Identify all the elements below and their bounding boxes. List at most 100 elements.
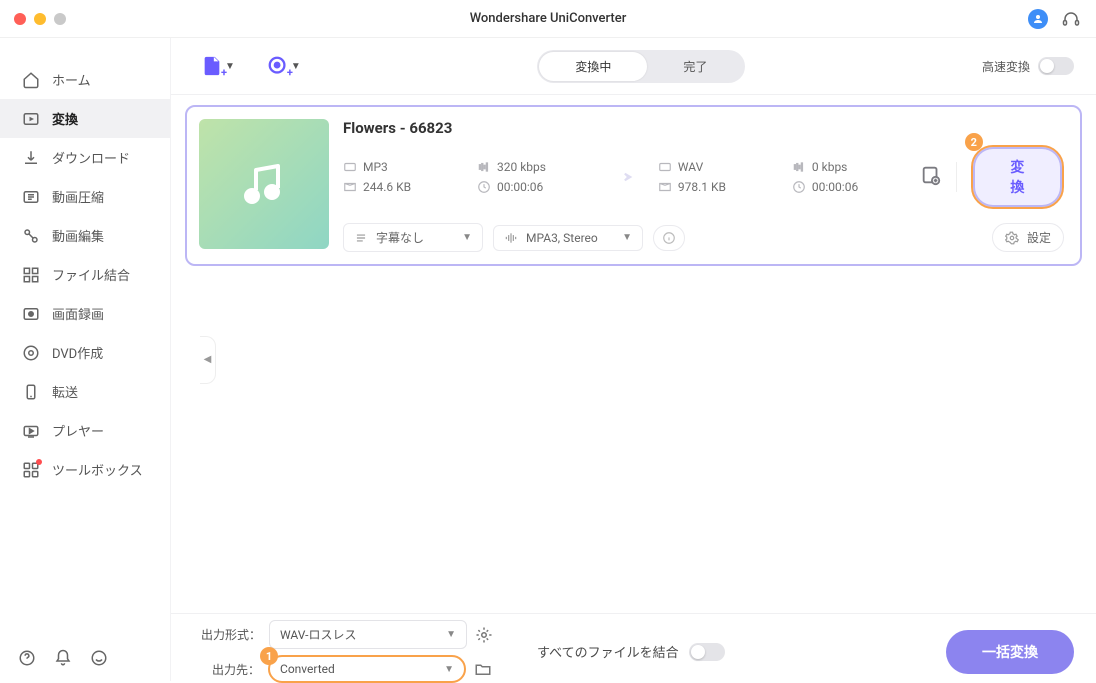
sidebar-item-label: 転送: [52, 382, 78, 401]
app-title: Wondershare UniConverter: [470, 11, 627, 26]
add-file-icon: +: [201, 55, 223, 77]
output-format-select[interactable]: WAV-ロスレス ▼: [269, 620, 467, 649]
convert-button[interactable]: 変換: [971, 145, 1064, 209]
chevron-down-icon: ▼: [462, 232, 472, 243]
output-format-settings-icon[interactable]: [475, 626, 493, 644]
record-icon: [22, 305, 40, 323]
fast-convert-label: 高速変換: [982, 58, 1030, 75]
sidebar-item-label: DVD作成: [52, 343, 103, 362]
sidebar-item-label: ファイル結合: [52, 265, 130, 284]
sidebar-item-label: 動画圧縮: [52, 187, 104, 206]
merge-all-label: すべてのファイルを結合: [537, 642, 679, 661]
file-list: Flowers - 66823 MP3 320 kbps 244.6 KB 00…: [171, 94, 1096, 613]
info-button[interactable]: [653, 225, 685, 251]
sidebar-item-convert[interactable]: 変換: [0, 99, 170, 138]
step-badge-2: 2: [965, 133, 983, 151]
src-duration: 00:00:06: [497, 180, 543, 194]
notification-dot-icon: [36, 459, 42, 465]
sidebar-item-transfer[interactable]: 転送: [0, 372, 170, 411]
download-icon: [22, 149, 40, 167]
output-dir-select[interactable]: Converted ▼: [268, 655, 466, 683]
help-icon[interactable]: [18, 649, 36, 667]
maximize-window-icon[interactable]: [54, 13, 66, 25]
sidebar-item-label: 画面録画: [52, 304, 104, 323]
file-settings-icon[interactable]: [920, 164, 942, 190]
step-badge-1: 1: [260, 647, 278, 665]
minimize-window-icon[interactable]: [34, 13, 46, 25]
fast-convert-toggle[interactable]: [1038, 57, 1074, 75]
tab-converting[interactable]: 変換中: [539, 52, 647, 81]
sidebar-item-record[interactable]: 画面録画: [0, 294, 170, 333]
sidebar-item-label: ダウンロード: [52, 148, 130, 167]
sidebar-item-merge[interactable]: ファイル結合: [0, 255, 170, 294]
dst-size: 978.1 KB: [678, 180, 726, 194]
main-panel: + ▼ + ▼ 変換中 完了: [170, 38, 1096, 681]
subtitle-select[interactable]: 字幕なし ▼: [343, 223, 483, 252]
output-dir-label: 出力先：: [212, 661, 260, 678]
feedback-icon[interactable]: [90, 649, 108, 667]
dvd-icon: [22, 344, 40, 362]
sidebar: ホーム 変換 ダウンロード 動画圧縮 動画編集 ファイル結合: [0, 38, 170, 681]
sidebar-item-edit[interactable]: 動画編集: [0, 216, 170, 255]
app-window: Wondershare UniConverter ホーム 変換 ダウンロード: [0, 0, 1096, 681]
player-icon: [22, 422, 40, 440]
file-thumbnail: [199, 119, 329, 249]
home-icon: [22, 71, 40, 89]
audiotrack-value: MPA3, Stereo: [526, 231, 598, 245]
add-disc-icon: +: [267, 55, 289, 77]
tab-done[interactable]: 完了: [647, 52, 743, 81]
bell-icon[interactable]: [54, 649, 72, 667]
sidebar-item-compress[interactable]: 動画圧縮: [0, 177, 170, 216]
sidebar-item-label: プレヤー: [52, 421, 104, 440]
src-size: 244.6 KB: [363, 180, 411, 194]
src-bitrate: 320 kbps: [497, 160, 546, 174]
sidebar-item-label: 動画編集: [52, 226, 104, 245]
output-dir-value: Converted: [280, 662, 335, 676]
src-format: MP3: [363, 160, 388, 174]
close-window-icon[interactable]: [14, 13, 26, 25]
batch-convert-button[interactable]: 一括変換: [946, 630, 1074, 674]
sidebar-item-home[interactable]: ホーム: [0, 60, 170, 99]
sidebar-collapse-handle[interactable]: ◀: [200, 336, 216, 384]
sidebar-item-label: 変換: [52, 109, 78, 128]
dst-duration: 00:00:06: [812, 180, 858, 194]
toolbox-icon: [22, 461, 40, 479]
sidebar-item-dvd[interactable]: DVD作成: [0, 333, 170, 372]
chevron-down-icon: ▼: [444, 664, 454, 675]
sidebar-item-label: ツールボックス: [52, 460, 143, 479]
merge-all-toggle[interactable]: [689, 643, 725, 661]
dst-format: WAV: [678, 160, 703, 174]
toolbar: + ▼ + ▼ 変換中 完了: [171, 38, 1096, 94]
sidebar-item-download[interactable]: ダウンロード: [0, 138, 170, 177]
titlebar: Wondershare UniConverter: [0, 0, 1096, 38]
file-title: Flowers - 66823: [343, 119, 1064, 137]
source-meta: MP3 320 kbps 244.6 KB 00:00:06: [343, 160, 593, 194]
dst-bitrate: 0 kbps: [812, 160, 847, 174]
compress-icon: [22, 188, 40, 206]
output-format-label: 出力形式：: [201, 626, 261, 643]
output-format-value: WAV-ロスレス: [280, 626, 356, 643]
open-folder-icon[interactable]: [474, 660, 492, 678]
divider: [956, 162, 957, 192]
preset-settings-button[interactable]: 設定: [992, 223, 1064, 252]
add-disc-button[interactable]: + ▼: [267, 55, 301, 77]
merge-icon: [22, 266, 40, 284]
status-tabs: 変換中 完了: [537, 50, 745, 83]
support-icon[interactable]: [1062, 10, 1080, 28]
convert-icon: [22, 110, 40, 128]
transfer-icon: [22, 383, 40, 401]
chevron-down-icon: ▼: [622, 232, 632, 243]
sidebar-item-toolbox[interactable]: ツールボックス: [0, 450, 170, 489]
traffic-lights: [14, 13, 66, 25]
sidebar-item-label: ホーム: [52, 70, 91, 89]
target-meta: WAV 0 kbps 978.1 KB 00:00:06: [658, 160, 908, 194]
file-card: Flowers - 66823 MP3 320 kbps 244.6 KB 00…: [185, 105, 1082, 266]
edit-icon: [22, 227, 40, 245]
add-file-button[interactable]: + ▼: [201, 55, 235, 77]
sidebar-item-player[interactable]: プレヤー: [0, 411, 170, 450]
audiotrack-select[interactable]: MPA3, Stereo ▼: [493, 225, 643, 251]
bottom-bar: 出力形式： WAV-ロスレス ▼ 出力先：: [171, 613, 1096, 681]
preset-settings-label: 設定: [1027, 229, 1051, 246]
user-avatar[interactable]: [1028, 9, 1048, 29]
arrow-icon: [605, 166, 646, 188]
